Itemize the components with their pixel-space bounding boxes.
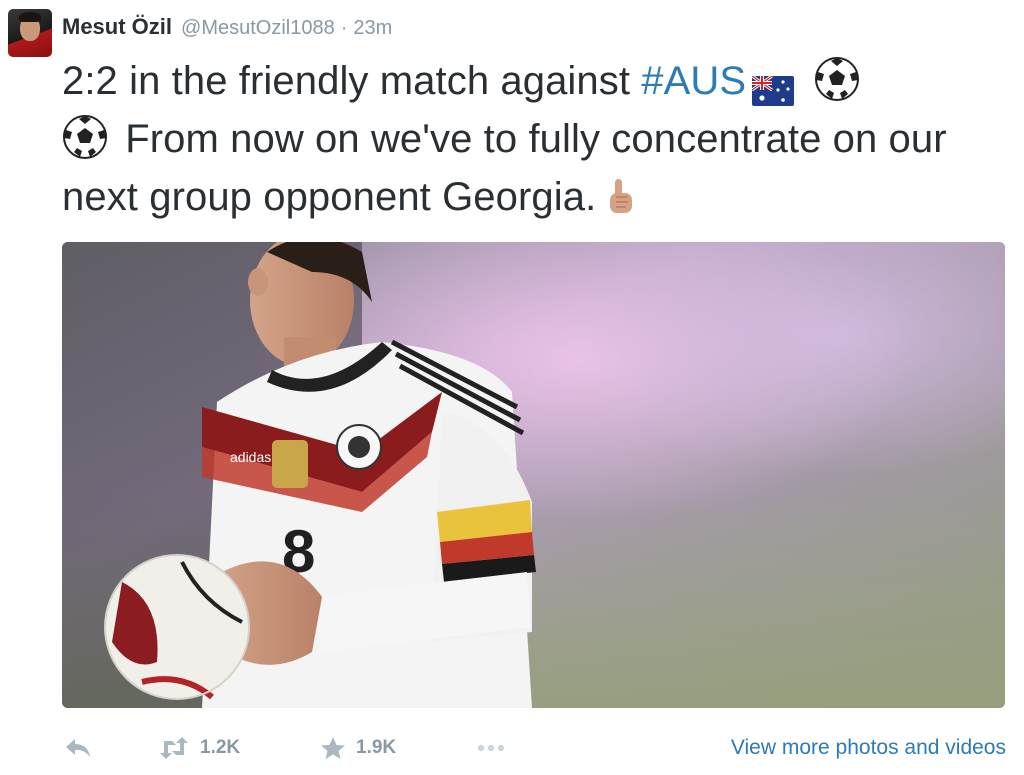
tweet-timestamp[interactable]: 23m xyxy=(353,17,392,40)
favorite-button[interactable]: 1.9K xyxy=(320,730,396,766)
tweet-actions: 1.2K 1.9K View more photos and videos xyxy=(62,730,1012,766)
star-icon xyxy=(320,736,346,760)
more-button[interactable] xyxy=(476,730,506,766)
retweet-count: 1.2K xyxy=(200,737,241,758)
soccer-ball-icon xyxy=(814,56,860,102)
australia-flag-icon xyxy=(751,64,795,107)
jersey-brand: adidas xyxy=(230,449,271,465)
avatar-hair xyxy=(19,12,41,22)
retweet-button[interactable]: 1.2K xyxy=(158,730,240,766)
view-more-photos-link[interactable]: View more photos and videos xyxy=(731,730,1006,766)
author-username[interactable]: @MesutOzil1088 xyxy=(181,17,335,40)
tweet-header: Mesut Özil @MesutOzil1088 · 23m xyxy=(62,14,392,44)
tweet-text-part2: From now on we've to fully concentrate o… xyxy=(62,117,947,219)
more-icon xyxy=(476,743,506,753)
hashtag-link[interactable]: #AUS xyxy=(641,59,746,103)
pointing-up-hand-icon xyxy=(604,175,636,215)
tweet-text: 2:2 in the friendly match against #AUS F… xyxy=(62,52,1012,226)
soccer-ball-icon xyxy=(62,114,108,160)
tweet-photo[interactable]: adidas 8 xyxy=(62,242,1005,708)
reply-button[interactable] xyxy=(64,730,92,766)
tweet-text-part1: 2:2 in the friendly match against xyxy=(62,59,642,103)
favorite-count: 1.9K xyxy=(356,737,397,758)
avatar[interactable] xyxy=(8,9,52,57)
header-separator: · xyxy=(340,17,348,39)
tweet: Mesut Özil @MesutOzil1088 · 23m 2:2 in t… xyxy=(0,0,1024,775)
author-fullname[interactable]: Mesut Özil xyxy=(62,14,172,40)
reply-icon xyxy=(64,737,92,759)
retweet-icon xyxy=(158,737,190,759)
photo-illustration: adidas 8 xyxy=(62,242,1005,708)
